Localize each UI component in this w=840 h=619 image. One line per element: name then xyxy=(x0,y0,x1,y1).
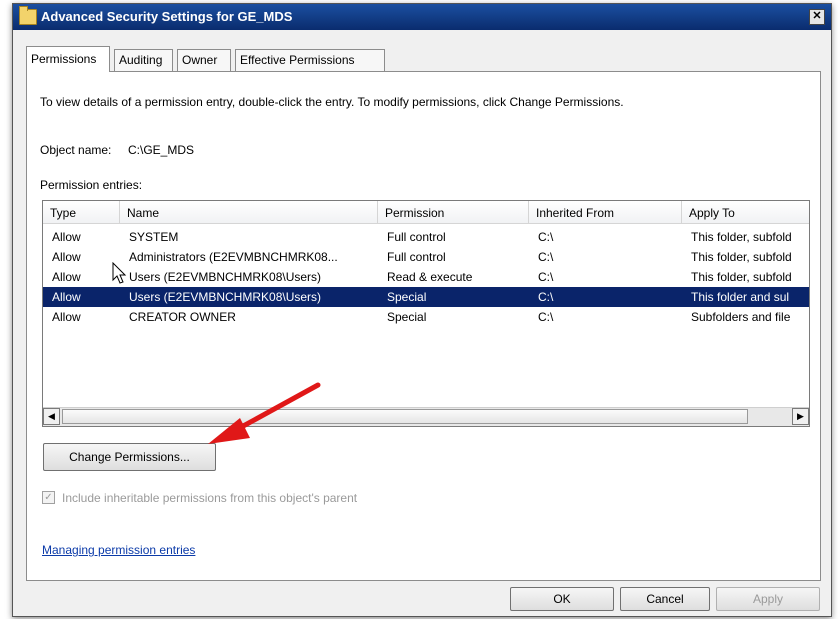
scroll-left-icon[interactable]: ◀ xyxy=(43,408,60,425)
object-name-value: C:\GE_MDS xyxy=(128,143,195,157)
cancel-button[interactable]: Cancel xyxy=(620,587,710,611)
include-inheritable-label: Include inheritable permissions from thi… xyxy=(62,491,358,505)
close-icon[interactable]: ✕ xyxy=(809,9,825,25)
scroll-right-icon[interactable]: ▶ xyxy=(792,408,809,425)
ok-button[interactable]: OK xyxy=(510,587,614,611)
object-name-label: Object name: xyxy=(40,143,112,157)
cursor-icon xyxy=(112,262,127,284)
folder-icon xyxy=(19,6,37,25)
change-permissions-button[interactable]: Change Permissions... xyxy=(43,443,216,471)
apply-button[interactable]: Apply xyxy=(716,587,820,611)
column-header-permission[interactable]: Permission xyxy=(378,201,529,223)
tab-auditing[interactable]: Auditing xyxy=(114,49,173,71)
tab-permissions[interactable]: Permissions xyxy=(26,46,110,72)
tab-owner[interactable]: Owner xyxy=(177,49,231,71)
column-header-name[interactable]: Name xyxy=(120,201,378,223)
tab-effective-permissions[interactable]: Effective Permissions xyxy=(235,49,385,71)
permission-entries-list[interactable]: Type Name Permission Inherited From Appl… xyxy=(42,200,810,427)
table-row-selected[interactable]: Allow Users (E2EVMBNCHMRK08\Users) Speci… xyxy=(43,287,809,307)
table-row[interactable]: Allow Users (E2EVMBNCHMRK08\Users) Read … xyxy=(43,267,809,287)
column-header-type[interactable]: Type xyxy=(43,201,120,223)
column-header-inherited-from[interactable]: Inherited From xyxy=(529,201,682,223)
column-header-apply-to[interactable]: Apply To xyxy=(682,201,809,223)
horizontal-scrollbar[interactable]: ◀ ▶ xyxy=(43,407,809,426)
managing-permission-entries-link[interactable]: Managing permission entries xyxy=(42,543,195,557)
list-header: Type Name Permission Inherited From Appl… xyxy=(43,201,809,224)
scrollbar-thumb[interactable] xyxy=(62,409,748,424)
table-row[interactable]: Allow Administrators (E2EVMBNCHMRK08... … xyxy=(43,247,809,267)
table-row[interactable]: Allow CREATOR OWNER Special C:\ Subfolde… xyxy=(43,307,809,327)
window-title: Advanced Security Settings for GE_MDS xyxy=(41,9,293,24)
include-inheritable-checkbox[interactable]: ✓ xyxy=(42,491,55,504)
title-bar[interactable]: Advanced Security Settings for GE_MDS ✕ xyxy=(13,4,831,30)
table-row[interactable]: Allow SYSTEM Full control C:\ This folde… xyxy=(43,227,809,247)
instructions-text: To view details of a permission entry, d… xyxy=(40,95,624,109)
permission-entries-label: Permission entries: xyxy=(40,178,143,192)
